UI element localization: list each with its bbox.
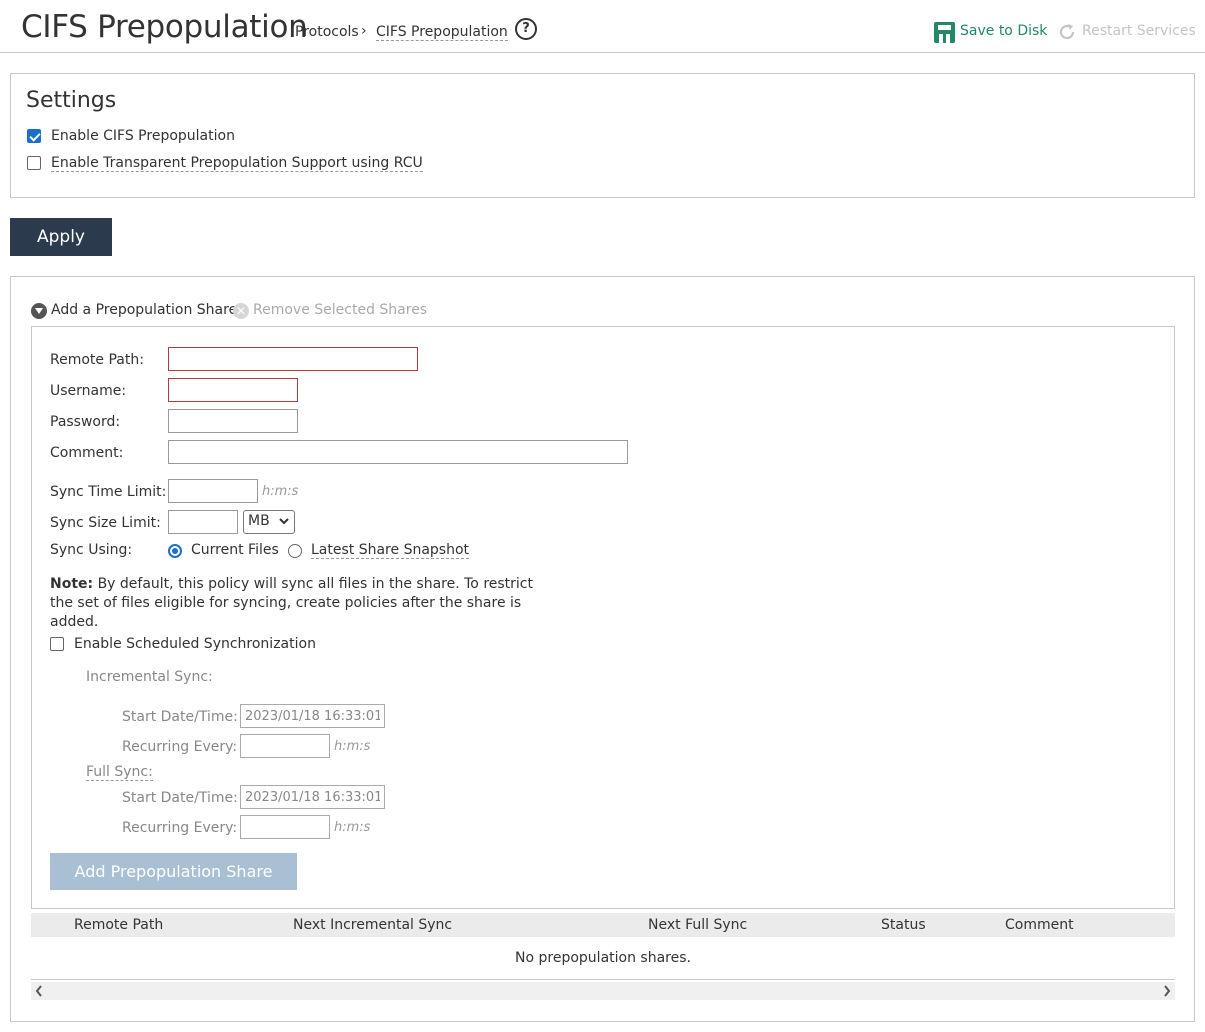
remote-path-label: Remote Path: [50, 352, 144, 368]
note-text: By default, this policy will sync all fi… [50, 576, 533, 630]
column-comment[interactable]: Comment [1005, 917, 1074, 933]
scroll-right-icon[interactable] [1162, 984, 1172, 998]
comment-input[interactable] [168, 440, 628, 464]
save-to-disk-label: Save to Disk [960, 23, 1048, 39]
username-label: Username: [50, 383, 127, 399]
horizontal-scrollbar[interactable] [31, 982, 1175, 1000]
restart-icon [1059, 24, 1075, 40]
sync-policy-note: Note: By default, this policy will sync … [50, 575, 550, 632]
prepopulation-shares-panel: Add a Prepopulation Share ✕ Remove Selec… [10, 276, 1195, 1022]
sync-using-label: Sync Using: [50, 542, 133, 558]
note-prefix: Note: [50, 576, 94, 592]
remove-selected-shares-label: Remove Selected Shares [253, 302, 428, 318]
sync-time-limit-input[interactable] [168, 479, 258, 503]
incremental-start-input[interactable] [240, 704, 385, 728]
sync-current-files-label: Current Files [191, 542, 279, 558]
enable-scheduled-sync-label: Enable Scheduled Synchronization [74, 636, 316, 652]
incremental-recurring-unit: h:m:s [334, 739, 371, 754]
enable-scheduled-sync-checkbox[interactable] [50, 637, 64, 651]
enable-rcu-checkbox[interactable] [27, 156, 41, 170]
incremental-recurring-label: Recurring Every: [122, 739, 238, 755]
save-disk-icon [934, 22, 955, 43]
sync-size-unit-value: MB [248, 513, 270, 529]
comment-label: Comment: [50, 445, 124, 461]
username-input[interactable] [168, 378, 298, 402]
settings-panel: Settings Enable CIFS Prepopulation Enabl… [10, 73, 1195, 198]
incremental-recurring-input[interactable] [240, 734, 330, 758]
incremental-sync-label: Incremental Sync: [86, 669, 213, 685]
empty-table-message: No prepopulation shares. [515, 950, 691, 966]
full-recurring-input[interactable] [240, 815, 330, 839]
expand-down-icon [31, 303, 47, 319]
full-recurring-unit: h:m:s [334, 820, 371, 835]
enable-rcu-label: Enable Transparent Prepopulation Support… [51, 155, 423, 172]
scroll-left-icon[interactable] [34, 984, 44, 998]
breadcrumb-separator: › [361, 23, 367, 39]
sync-time-limit-label: Sync Time Limit: [50, 484, 167, 500]
password-input[interactable] [168, 409, 298, 433]
page-title: CIFS Prepopulation [21, 9, 308, 45]
add-share-toggle-label: Add a Prepopulation Share [51, 302, 238, 318]
restart-services-label: Restart Services [1082, 23, 1196, 39]
column-next-full-sync[interactable]: Next Full Sync [648, 917, 747, 933]
full-start-input[interactable] [240, 785, 385, 809]
shares-table-header: Remote Path Next Incremental Sync Next F… [31, 913, 1175, 937]
settings-title: Settings [26, 88, 117, 113]
sync-size-limit-label: Sync Size Limit: [50, 515, 161, 531]
sync-time-unit: h:m:s [262, 484, 299, 499]
page-header: CIFS Prepopulation Protocols › CIFS Prep… [0, 0, 1205, 53]
table-divider [31, 979, 1175, 980]
apply-button[interactable]: Apply [10, 218, 112, 256]
column-next-incremental-sync[interactable]: Next Incremental Sync [293, 917, 452, 933]
sync-size-limit-input[interactable] [168, 510, 238, 534]
sync-current-files-radio[interactable] [168, 544, 182, 558]
add-prepopulation-share-button[interactable]: Add Prepopulation Share [50, 853, 297, 890]
breadcrumb-current[interactable]: CIFS Prepopulation [376, 24, 508, 41]
chevron-down-icon [279, 518, 289, 525]
help-icon[interactable]: ? [515, 18, 537, 40]
column-status[interactable]: Status [881, 917, 926, 933]
enable-cifs-label: Enable CIFS Prepopulation [51, 128, 235, 144]
column-remote-path[interactable]: Remote Path [74, 917, 163, 933]
remote-path-input[interactable] [168, 347, 418, 371]
sync-latest-snapshot-label: Latest Share Snapshot [311, 542, 470, 559]
sync-latest-snapshot-radio[interactable] [288, 544, 302, 558]
add-share-form: Remote Path: Username: Password: Comment… [31, 326, 1175, 909]
incremental-start-label: Start Date/Time: [122, 709, 238, 725]
remove-x-icon: ✕ [233, 303, 249, 319]
breadcrumb-protocols[interactable]: Protocols [295, 24, 359, 40]
enable-cifs-checkbox[interactable] [27, 129, 41, 143]
full-sync-label: Full Sync: [86, 764, 153, 781]
password-label: Password: [50, 414, 121, 430]
full-recurring-label: Recurring Every: [122, 820, 238, 836]
full-start-label: Start Date/Time: [122, 790, 238, 806]
sync-size-unit-select[interactable]: MB [243, 510, 295, 534]
